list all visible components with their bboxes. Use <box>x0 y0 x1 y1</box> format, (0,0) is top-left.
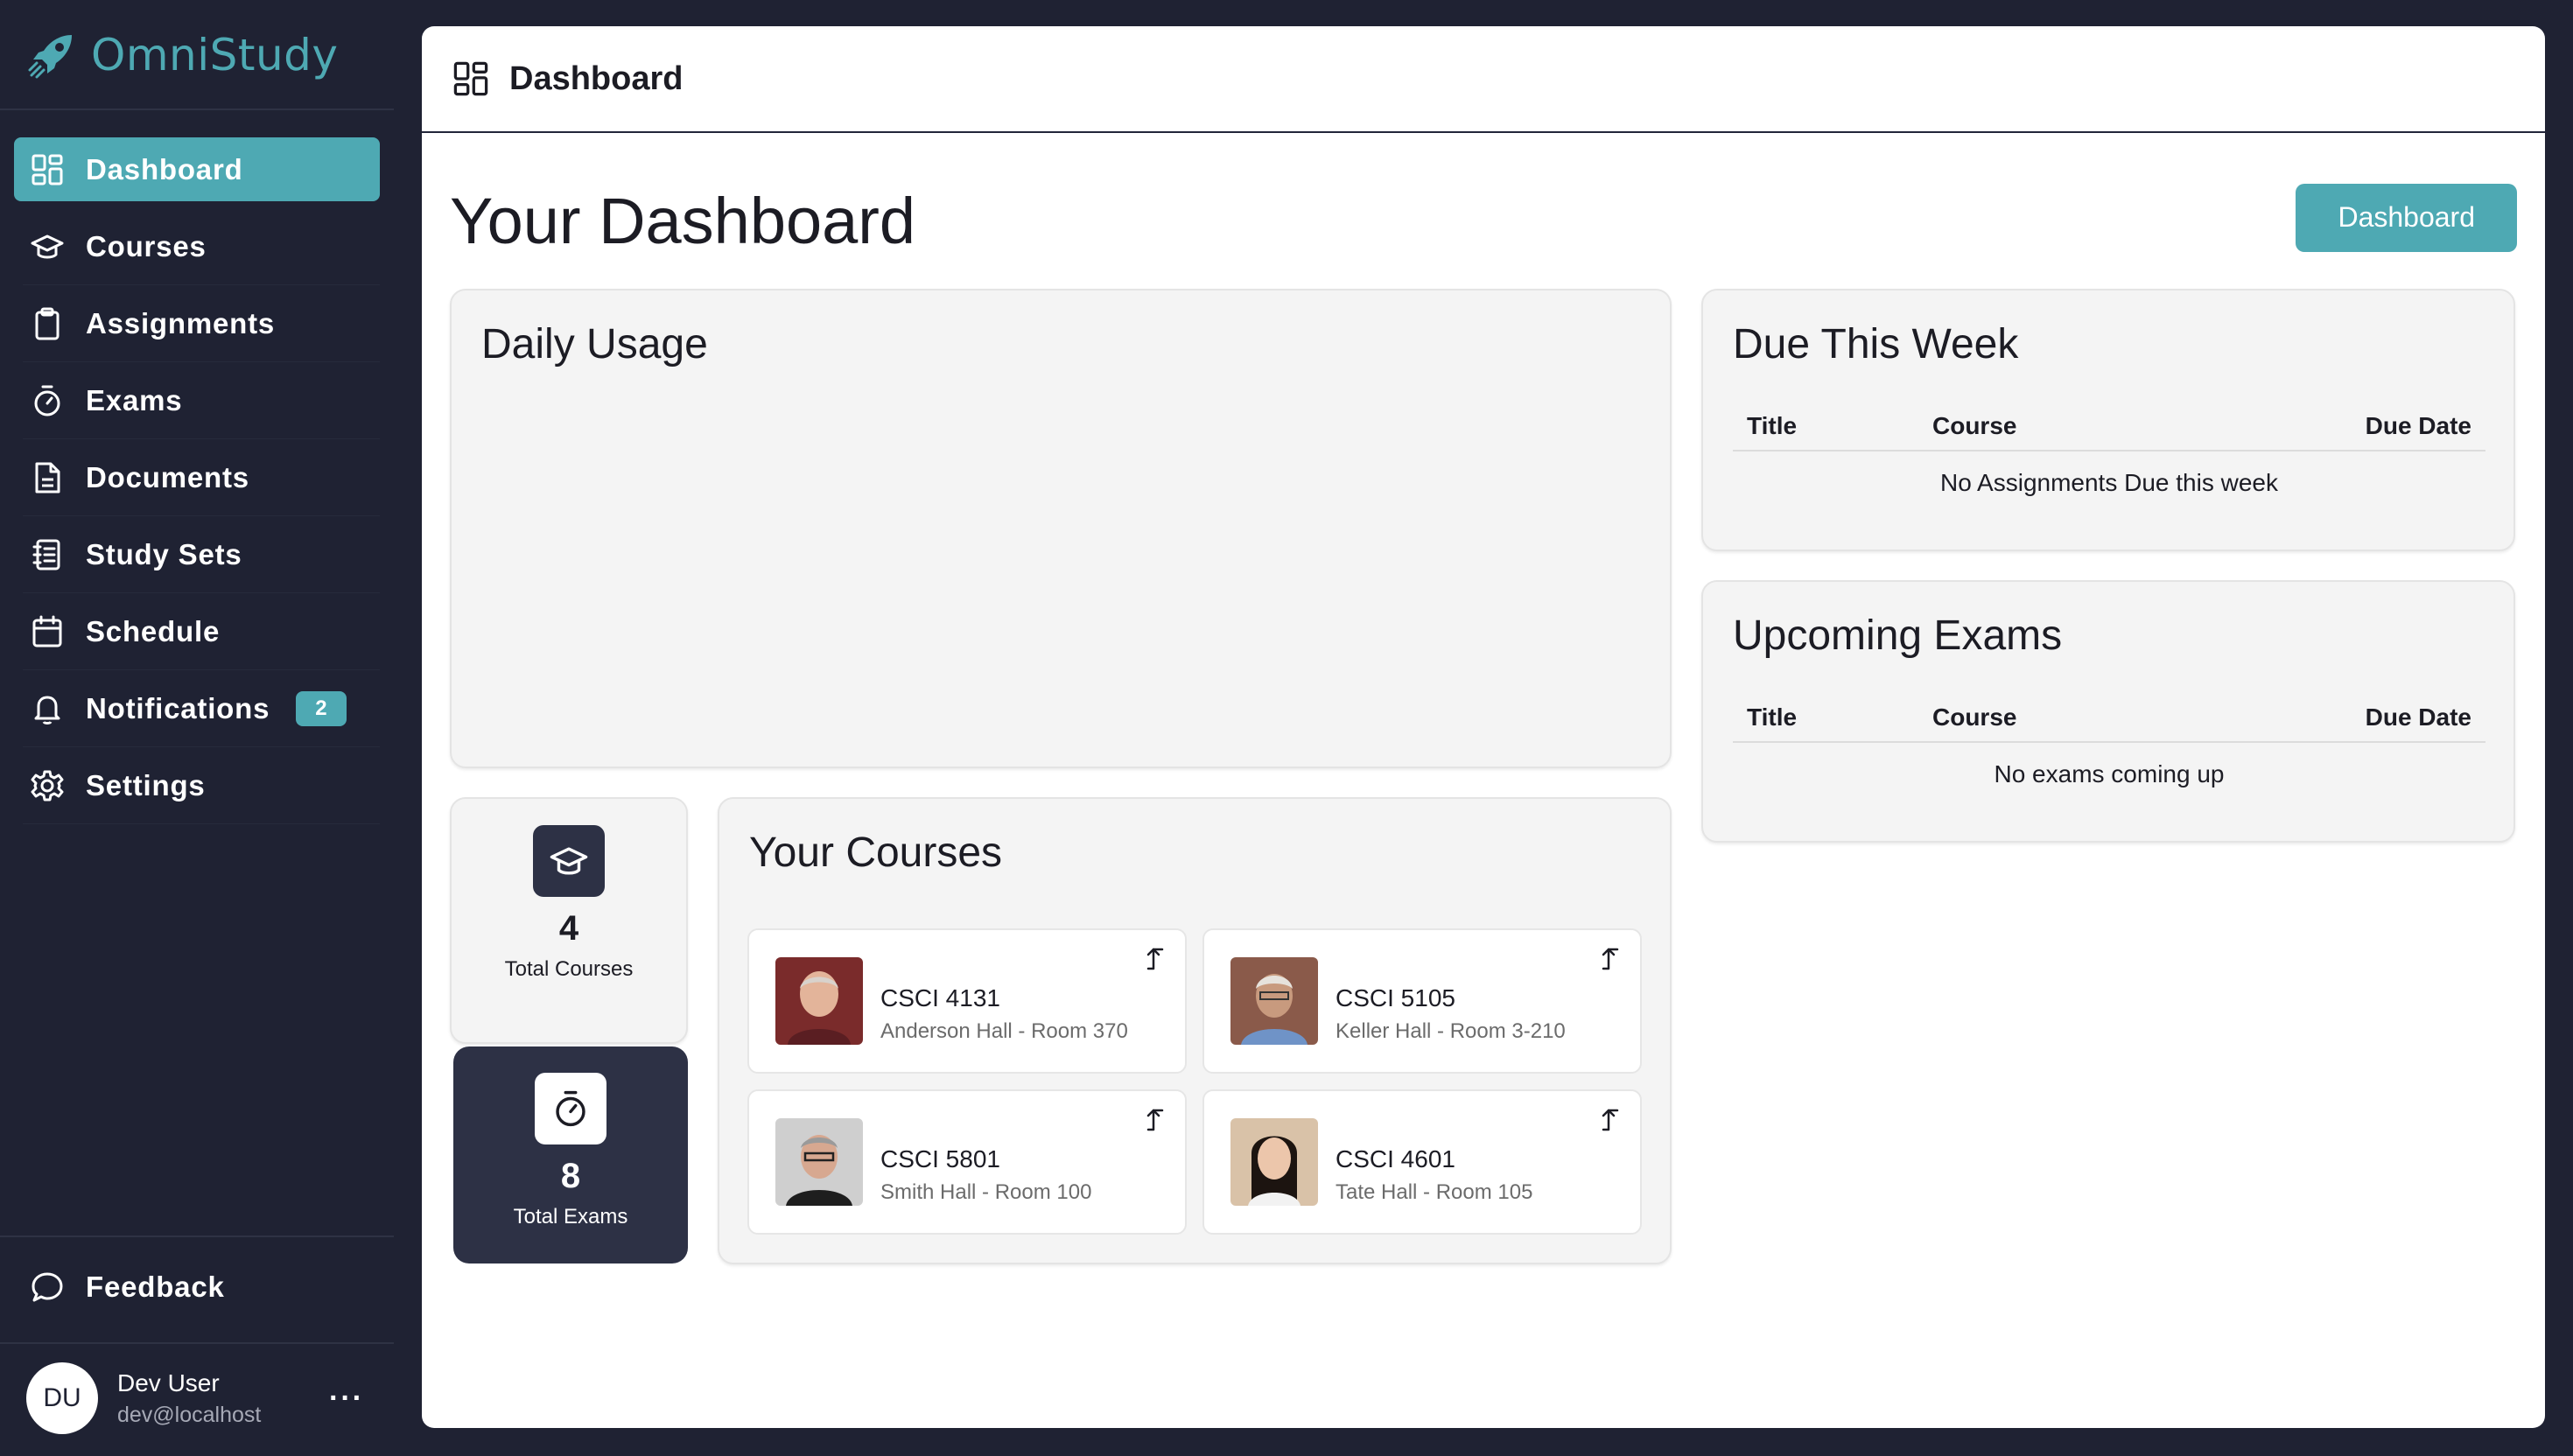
grid-icon <box>452 60 490 98</box>
column-header[interactable]: Title <box>1747 412 1932 440</box>
sidebar: OmniStudy Dashboard Courses Assignments <box>0 0 394 1456</box>
daily-usage-card: Daily Usage <box>450 289 1672 768</box>
sidebar-item-label: Courses <box>86 229 207 262</box>
sidebar-nav: Dashboard Courses Assignments Exams Docu… <box>14 137 380 830</box>
column-header[interactable]: Course <box>1932 412 2366 440</box>
table-header: Title Course Due Date <box>1733 402 2485 452</box>
stopwatch-icon <box>30 383 65 418</box>
sidebar-item-settings[interactable]: Settings <box>14 753 380 824</box>
external-link-icon[interactable] <box>1141 944 1169 972</box>
sidebar-item-dashboard[interactable]: Dashboard <box>14 137 380 201</box>
grid-icon <box>30 152 65 187</box>
external-link-icon[interactable] <box>1141 1105 1169 1133</box>
stopwatch-icon <box>535 1073 606 1144</box>
course-location: Smith Hall - Room 100 <box>880 1180 1092 1204</box>
total-exams-label: Total Exams <box>513 1205 628 1228</box>
exams-table: Title Course Due Date No exams coming up <box>1733 694 2485 788</box>
column-header[interactable]: Due Date <box>2366 412 2471 440</box>
dashboard-button[interactable]: Dashboard <box>2296 183 2517 252</box>
total-courses-value: 4 <box>558 909 579 948</box>
sidebar-item-exams[interactable]: Exams <box>14 368 380 439</box>
total-courses-label: Total Courses <box>504 957 634 981</box>
your-courses-card: Your Courses CSCI 4131 Anderson Hall - R… <box>718 797 1672 1264</box>
divider <box>0 1342 394 1344</box>
bell-icon <box>30 691 65 726</box>
document-icon <box>30 460 65 495</box>
course-code: CSCI 4131 <box>880 984 1000 1012</box>
sidebar-item-label: Study Sets <box>86 537 242 570</box>
course-location: Keller Hall - Room 3-210 <box>1336 1019 1566 1043</box>
graduation-cap-icon <box>30 229 65 264</box>
notebook-icon <box>30 537 65 572</box>
card-title: Daily Usage <box>481 321 708 368</box>
gear-icon <box>30 768 65 803</box>
course-card-csci-4131[interactable]: CSCI 4131 Anderson Hall - Room 370 <box>747 928 1187 1074</box>
sidebar-item-courses[interactable]: Courses <box>14 214 380 285</box>
divider <box>0 1236 394 1237</box>
course-card-csci-5801[interactable]: CSCI 5801 Smith Hall - Room 100 <box>747 1089 1187 1235</box>
graduation-cap-icon <box>533 825 605 897</box>
column-header[interactable]: Title <box>1747 704 1932 732</box>
sidebar-item-label: Documents <box>86 460 249 494</box>
brand-name: OmniStudy <box>91 30 339 80</box>
sidebar-item-label: Settings <box>86 768 206 802</box>
sidebar-item-study-sets[interactable]: Study Sets <box>14 522 380 593</box>
due-this-week-card: Due This Week Title Course Due Date No A… <box>1701 289 2515 551</box>
page-header: Your Dashboard Dashboard <box>450 183 2517 258</box>
upcoming-exams-card: Upcoming Exams Title Course Due Date No … <box>1701 580 2515 843</box>
course-location: Tate Hall - Room 105 <box>1336 1180 1533 1204</box>
page-title: Your Dashboard <box>450 185 916 257</box>
course-code: CSCI 5801 <box>880 1145 1000 1172</box>
total-exams-value: 8 <box>560 1157 581 1195</box>
notification-count-badge: 2 <box>296 690 347 726</box>
sidebar-item-notifications[interactable]: Notifications 2 <box>14 676 380 747</box>
user-profile[interactable]: DU Dev User dev@localhost ··· <box>26 1362 376 1435</box>
empty-message: No exams coming up <box>1994 760 2225 788</box>
empty-message: No Assignments Due this week <box>1940 469 2278 496</box>
user-email: dev@localhost <box>117 1402 262 1427</box>
course-card-csci-5105[interactable]: CSCI 5105 Keller Hall - Room 3-210 <box>1202 928 1642 1074</box>
due-table: Title Course Due Date No Assignments Due… <box>1733 402 2485 497</box>
instructor-photo <box>775 1118 863 1206</box>
instructor-photo <box>1230 957 1318 1045</box>
course-code: CSCI 5105 <box>1336 984 1455 1012</box>
column-header[interactable]: Due Date <box>2366 704 2471 732</box>
main-panel: Dashboard Your Dashboard Dashboard Daily… <box>422 26 2545 1428</box>
sidebar-item-label: Schedule <box>86 614 221 648</box>
card-title: Upcoming Exams <box>1733 612 2063 659</box>
more-options-button[interactable]: ··· <box>329 1382 364 1416</box>
table-header: Title Course Due Date <box>1733 694 2485 743</box>
instructor-photo <box>1230 1118 1318 1206</box>
column-header[interactable]: Course <box>1932 704 2366 732</box>
sidebar-item-label: Assignments <box>86 306 276 340</box>
avatar: DU <box>26 1362 98 1434</box>
topbar: Dashboard <box>422 26 2545 133</box>
chat-bubble-icon <box>30 1270 65 1305</box>
clipboard-icon <box>30 306 65 341</box>
external-link-icon[interactable] <box>1596 944 1624 972</box>
header-title: Dashboard <box>509 60 684 97</box>
sidebar-item-label: Exams <box>86 383 183 416</box>
total-exams-card[interactable]: 8 Total Exams <box>453 1046 688 1264</box>
course-location: Anderson Hall - Room 370 <box>880 1019 1128 1043</box>
feedback-label: Feedback <box>86 1270 225 1303</box>
sidebar-item-schedule[interactable]: Schedule <box>14 599 380 670</box>
instructor-photo <box>775 957 863 1045</box>
sidebar-item-label: Notifications <box>86 691 270 724</box>
course-code: CSCI 4601 <box>1336 1145 1455 1172</box>
sidebar-item-assignments[interactable]: Assignments <box>14 291 380 362</box>
rocket-icon <box>26 30 77 80</box>
sidebar-item-label: Dashboard <box>86 152 243 186</box>
card-title: Due This Week <box>1733 321 2019 368</box>
brand-logo[interactable]: OmniStudy <box>26 24 339 86</box>
divider <box>0 108 394 110</box>
total-courses-card[interactable]: 4 Total Courses <box>450 797 688 1044</box>
user-name: Dev User <box>117 1368 220 1396</box>
calendar-icon <box>30 614 65 649</box>
sidebar-item-documents[interactable]: Documents <box>14 445 380 516</box>
course-card-csci-4601[interactable]: CSCI 4601 Tate Hall - Room 105 <box>1202 1089 1642 1235</box>
card-title: Your Courses <box>749 830 1003 876</box>
feedback-button[interactable]: Feedback <box>30 1270 225 1305</box>
external-link-icon[interactable] <box>1596 1105 1624 1133</box>
